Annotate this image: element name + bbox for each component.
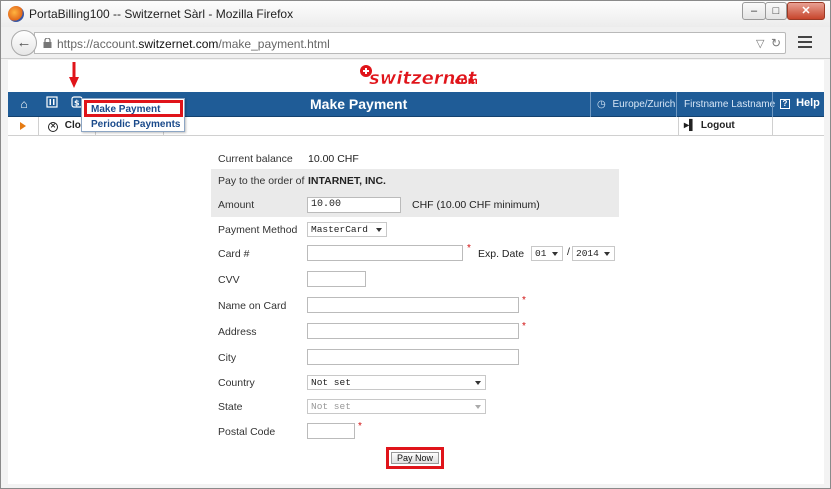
address-label: Address [218,326,257,338]
minimize-button[interactable]: – [742,2,766,20]
url-text: https://account.switzernet.com/make_paym… [57,37,330,51]
postal-code-row: Postal Code * [211,420,619,444]
address-input[interactable] [307,323,519,339]
title-bar: PortaBilling100 -- Switzernet Sàrl - Moz… [1,1,830,27]
city-label: City [218,352,237,364]
amount-row: Amount 10.00 CHF (10.00 CHF minimum) [211,193,619,217]
card-row: Card # * Exp. Date 01 / 2014 [211,242,619,266]
postal-code-label: Postal Code [218,426,276,438]
country-row: Country Not set [211,371,619,395]
close-icon: ✕ [48,122,58,132]
switzernet-logo: switzernet .com [360,65,477,89]
pay-now-highlight: Pay Now [386,447,444,469]
user-name-link[interactable]: Firstname Lastname [684,99,775,110]
card-number-input[interactable] [307,245,463,261]
required-marker: * [467,243,471,254]
lock-icon [43,38,52,48]
help-link[interactable]: ? Help [780,97,820,109]
menu-item-make-payment[interactable]: Make Payment [91,104,160,115]
cvv-input[interactable] [307,271,366,287]
current-balance-row: Current balance 10.00 CHF [211,147,619,171]
city-row: City [211,346,619,370]
firefox-icon [8,6,24,22]
pay-to-label: Pay to the order of [218,175,305,187]
home-icon[interactable]: ⌂ [16,96,32,112]
page-title: Make Payment [310,96,408,112]
url-bar[interactable]: https://account.switzernet.com/make_paym… [34,32,786,54]
current-balance-label: Current balance [218,153,293,165]
payment-method-select[interactable]: MasterCard [307,222,387,237]
back-arrow-icon: ← [16,34,32,51]
city-input[interactable] [307,349,519,365]
state-row: State Not set [211,395,619,419]
amount-note: CHF (10.00 CHF minimum) [412,199,540,211]
payments-dropdown-menu: Make Payment Periodic Payments [81,98,185,132]
exp-year-select[interactable]: 2014 [572,246,615,261]
amount-label: Amount [218,199,255,211]
exp-month-select[interactable]: 01 [531,246,563,261]
menu-item-periodic-payments[interactable]: Periodic Payments [91,119,180,130]
logout-link[interactable]: ▸▌ Logout [684,120,735,131]
timezone-link[interactable]: ◷ Europe/Zurich [597,99,675,110]
back-button[interactable]: ← [11,30,37,56]
browser-window: PortaBilling100 -- Switzernet Sàrl - Moz… [0,0,831,489]
cvv-label: CVV [218,274,240,286]
expand-icon[interactable] [20,122,26,130]
logout-icon: ▸▌ [684,120,697,131]
window-title: PortaBilling100 -- Switzernet Sàrl - Moz… [29,7,294,21]
country-label: Country [218,377,255,389]
red-arrow-annotation [69,62,79,88]
cvv-row: CVV [211,268,619,292]
svg-text:$: $ [74,99,80,108]
navigation-toolbar: https://account.switzernet.com/make_paym… [1,27,830,59]
page-content: switzernet .com ⌂ $ Make Payment ◷ Europ… [8,60,824,484]
amount-input[interactable]: 10.00 [307,197,401,213]
pay-now-button[interactable]: Pay Now [391,452,439,464]
required-marker: * [358,421,362,432]
svg-text:.com: .com [451,76,477,87]
exp-date-label: Exp. Date [478,248,525,260]
name-row: Name on Card * [211,294,619,318]
name-on-card-input[interactable] [307,297,519,313]
list-icon[interactable] [44,96,60,112]
exp-separator: / [567,246,570,258]
dropdown-icon[interactable]: ▽ [756,37,764,50]
required-marker: * [522,295,526,306]
required-marker: * [522,321,526,332]
address-row: Address * [211,320,619,344]
state-label: State [218,401,243,413]
current-balance-value: 10.00 CHF [308,153,359,165]
maximize-button[interactable]: □ [765,2,787,20]
postal-code-input[interactable] [307,423,355,439]
menu-icon[interactable] [798,36,812,48]
close-window-button[interactable]: ✕ [787,2,825,20]
pay-to-value: INTARNET, INC. [308,175,386,187]
pay-to-row: Pay to the order of INTARNET, INC. [211,169,619,193]
country-select[interactable]: Not set [307,375,486,390]
card-label: Card # [218,248,250,260]
help-icon: ? [780,99,790,109]
state-select[interactable]: Not set [307,399,486,414]
clock-icon: ◷ [597,99,606,110]
payment-method-label: Payment Method [218,224,298,236]
name-label: Name on Card [218,300,287,312]
reload-icon[interactable]: ↻ [771,36,781,50]
payment-method-row: Payment Method MasterCard [211,218,619,242]
